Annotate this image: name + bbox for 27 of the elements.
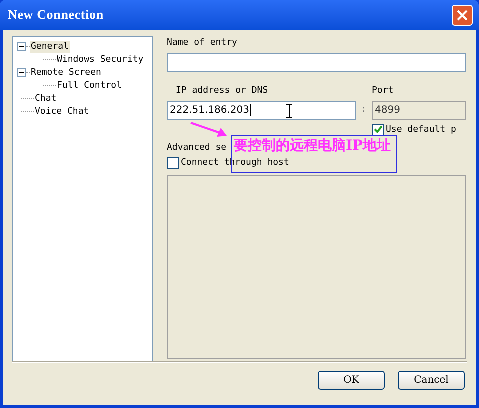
field-label: Name of entry bbox=[167, 37, 238, 49]
collapse-toggle-icon[interactable] bbox=[17, 68, 26, 77]
close-icon bbox=[457, 10, 468, 20]
checkbox-label: Use default p bbox=[386, 124, 456, 136]
ip-field[interactable]: 222.51.186.203 bbox=[167, 100, 356, 120]
tree-item[interactable]: Chat bbox=[34, 92, 58, 104]
tree-item[interactable]: Full Control bbox=[56, 80, 124, 92]
separator-colon: : bbox=[360, 104, 368, 116]
arrow-icon bbox=[190, 122, 228, 137]
window-title: New Connection bbox=[8, 6, 104, 24]
tree-item[interactable]: General bbox=[30, 40, 70, 52]
field-label: Port bbox=[372, 84, 394, 97]
close-button[interactable] bbox=[452, 4, 473, 26]
checkbox[interactable] bbox=[167, 156, 179, 169]
tree-item[interactable]: Windows Security bbox=[56, 54, 145, 66]
text-cursor-icon bbox=[286, 104, 293, 118]
dialog-button[interactable]: OK bbox=[318, 371, 385, 390]
collapse-toggle-icon[interactable] bbox=[17, 42, 26, 51]
annotation-text: 要控制的远程电脑IP地址 bbox=[234, 138, 392, 154]
tree-item[interactable]: Remote Screen bbox=[30, 66, 102, 78]
checkbox[interactable] bbox=[372, 124, 384, 136]
name-field[interactable] bbox=[167, 53, 466, 72]
tree-item[interactable]: Voice Chat bbox=[34, 106, 90, 118]
dialog-button[interactable]: Cancel bbox=[398, 371, 465, 390]
port-field[interactable]: 4899 bbox=[372, 100, 466, 120]
section-label: Advanced se bbox=[167, 142, 227, 154]
field-label: IP address or DNS bbox=[176, 84, 268, 97]
